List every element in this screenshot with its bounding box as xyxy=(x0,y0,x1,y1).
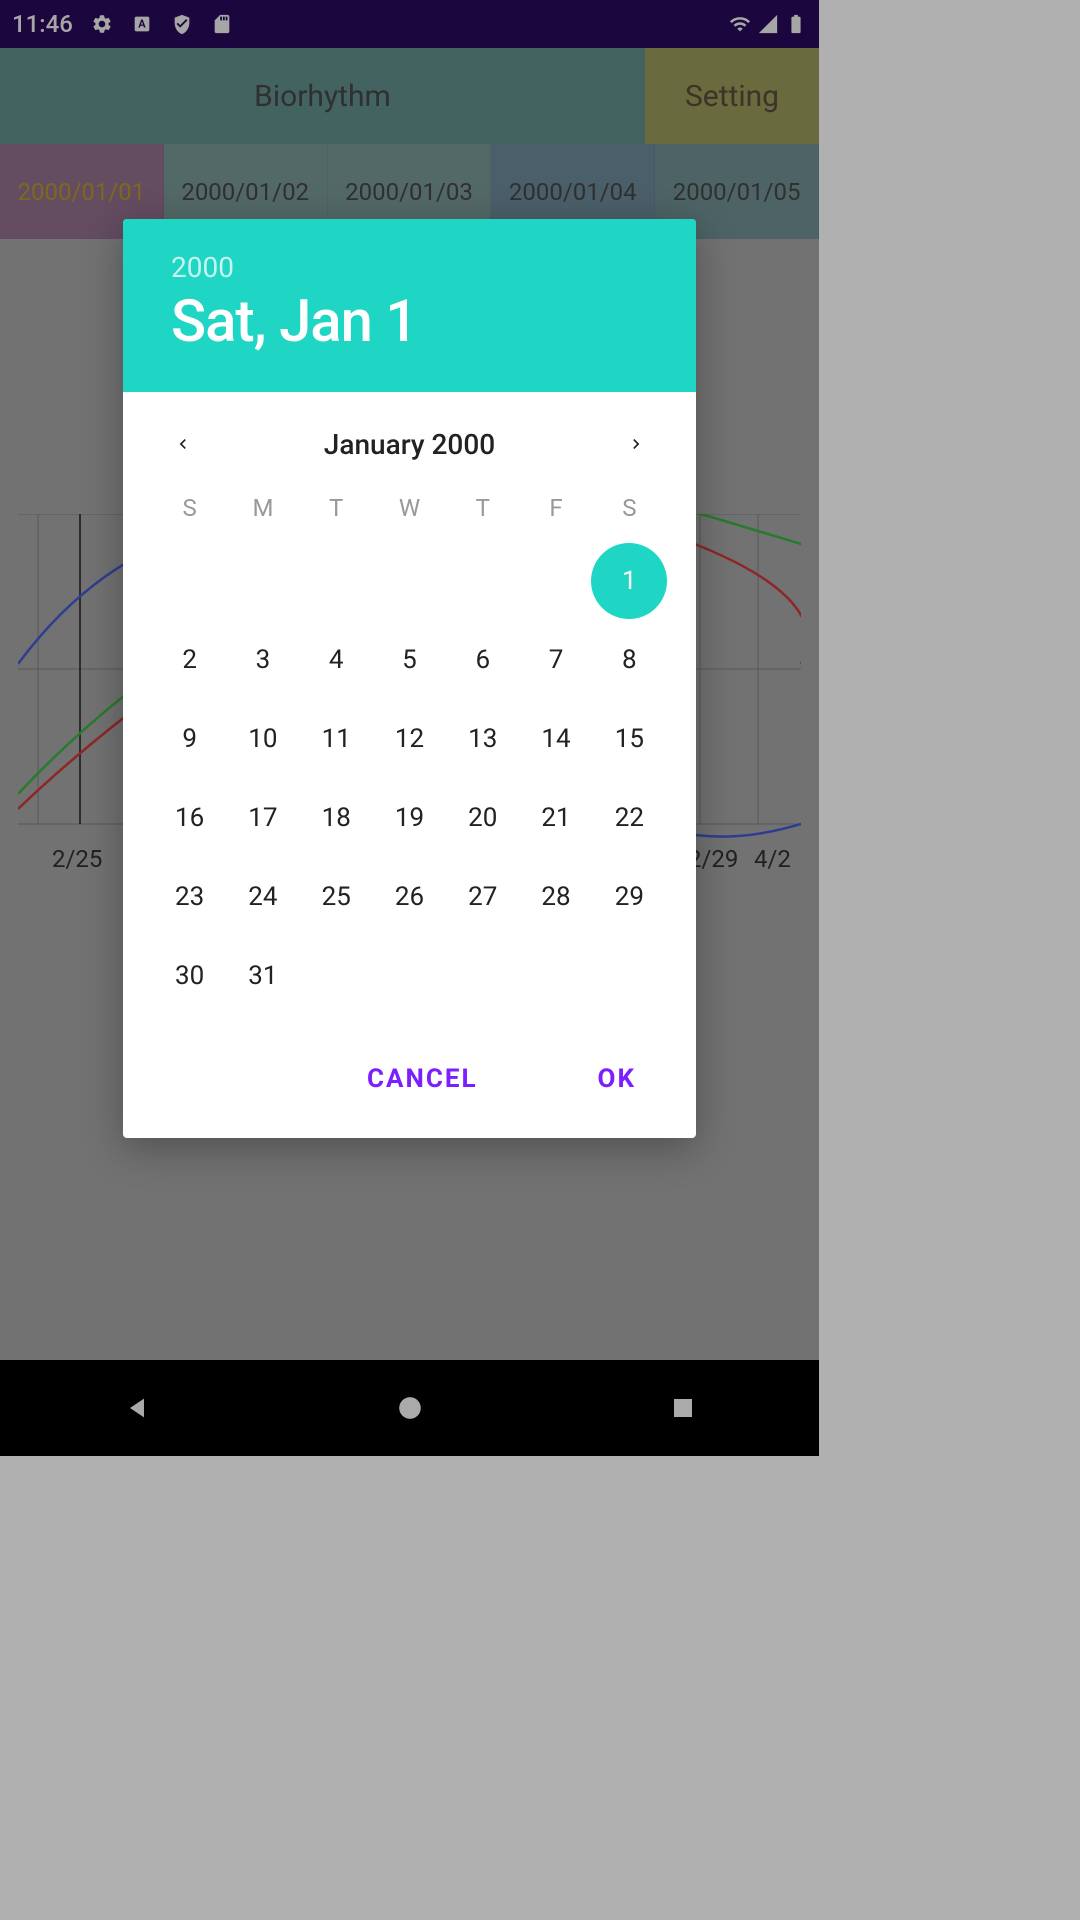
day-21[interactable]: 21 xyxy=(519,779,592,856)
recent-button[interactable] xyxy=(623,1384,743,1432)
day-31[interactable]: 31 xyxy=(226,937,299,1014)
date-picker-dialog: 2000 Sat, Jan 1 January 2000 S M T W T F… xyxy=(123,219,696,1138)
weekday-wed: W xyxy=(373,494,446,522)
day-2[interactable]: 2 xyxy=(153,621,226,698)
chevron-right-icon xyxy=(626,434,646,454)
day-13[interactable]: 13 xyxy=(446,700,519,777)
weekday-sat: S xyxy=(593,494,666,522)
day-1[interactable]: 1 xyxy=(593,542,666,619)
day-26[interactable]: 26 xyxy=(373,858,446,935)
day-24[interactable]: 24 xyxy=(226,858,299,935)
back-button[interactable] xyxy=(77,1384,197,1432)
circle-home-icon xyxy=(397,1395,423,1421)
weekday-tue: T xyxy=(300,494,373,522)
day-8[interactable]: 8 xyxy=(593,621,666,698)
day-3[interactable]: 3 xyxy=(226,621,299,698)
day-empty xyxy=(519,937,592,1014)
day-empty xyxy=(226,542,299,619)
day-10[interactable]: 10 xyxy=(226,700,299,777)
picker-buttons: CANCEL OK xyxy=(123,1036,696,1138)
home-button[interactable] xyxy=(350,1384,470,1432)
day-7[interactable]: 7 xyxy=(519,621,592,698)
day-empty xyxy=(153,542,226,619)
day-empty xyxy=(300,542,373,619)
calendar-grid: S M T W T F S 12345678910111213141516171… xyxy=(123,484,696,1036)
day-12[interactable]: 12 xyxy=(373,700,446,777)
weekday-thu: T xyxy=(446,494,519,522)
day-16[interactable]: 16 xyxy=(153,779,226,856)
weekday-sun: S xyxy=(153,494,226,522)
day-15[interactable]: 15 xyxy=(593,700,666,777)
day-30[interactable]: 30 xyxy=(153,937,226,1014)
day-9[interactable]: 9 xyxy=(153,700,226,777)
day-row: 16171819202122 xyxy=(153,779,666,856)
day-17[interactable]: 17 xyxy=(226,779,299,856)
system-nav-bar xyxy=(0,1360,819,1456)
day-empty xyxy=(446,542,519,619)
picker-year[interactable]: 2000 xyxy=(171,251,648,284)
day-row: 23242526272829 xyxy=(153,858,666,935)
day-row: 9101112131415 xyxy=(153,700,666,777)
day-empty xyxy=(446,937,519,1014)
modal-overlay[interactable]: 2000 Sat, Jan 1 January 2000 S M T W T F… xyxy=(0,0,819,1456)
day-empty xyxy=(373,937,446,1014)
day-empty xyxy=(373,542,446,619)
day-empty xyxy=(519,542,592,619)
square-recent-icon xyxy=(671,1396,695,1420)
picker-header: 2000 Sat, Jan 1 xyxy=(123,219,696,392)
day-6[interactable]: 6 xyxy=(446,621,519,698)
weekday-row: S M T W T F S xyxy=(153,494,666,522)
weekday-mon: M xyxy=(226,494,299,522)
day-27[interactable]: 27 xyxy=(446,858,519,935)
day-18[interactable]: 18 xyxy=(300,779,373,856)
cancel-button[interactable]: CANCEL xyxy=(337,1050,508,1108)
day-20[interactable]: 20 xyxy=(446,779,519,856)
day-5[interactable]: 5 xyxy=(373,621,446,698)
day-empty xyxy=(593,937,666,1014)
chevron-left-icon xyxy=(173,434,193,454)
weekday-fri: F xyxy=(519,494,592,522)
day-empty xyxy=(300,937,373,1014)
picker-month-label: January 2000 xyxy=(324,428,495,461)
day-19[interactable]: 19 xyxy=(373,779,446,856)
day-29[interactable]: 29 xyxy=(593,858,666,935)
picker-month-nav: January 2000 xyxy=(123,392,696,484)
day-row: 3031 xyxy=(153,937,666,1014)
day-28[interactable]: 28 xyxy=(519,858,592,935)
triangle-back-icon xyxy=(123,1394,151,1422)
day-4[interactable]: 4 xyxy=(300,621,373,698)
day-row: 1 xyxy=(153,542,666,619)
next-month-button[interactable] xyxy=(616,424,656,464)
prev-month-button[interactable] xyxy=(163,424,203,464)
day-25[interactable]: 25 xyxy=(300,858,373,935)
day-14[interactable]: 14 xyxy=(519,700,592,777)
day-row: 2345678 xyxy=(153,621,666,698)
ok-button[interactable]: OK xyxy=(568,1050,666,1108)
day-22[interactable]: 22 xyxy=(593,779,666,856)
day-23[interactable]: 23 xyxy=(153,858,226,935)
day-11[interactable]: 11 xyxy=(300,700,373,777)
picker-selected-date[interactable]: Sat, Jan 1 xyxy=(171,288,648,356)
